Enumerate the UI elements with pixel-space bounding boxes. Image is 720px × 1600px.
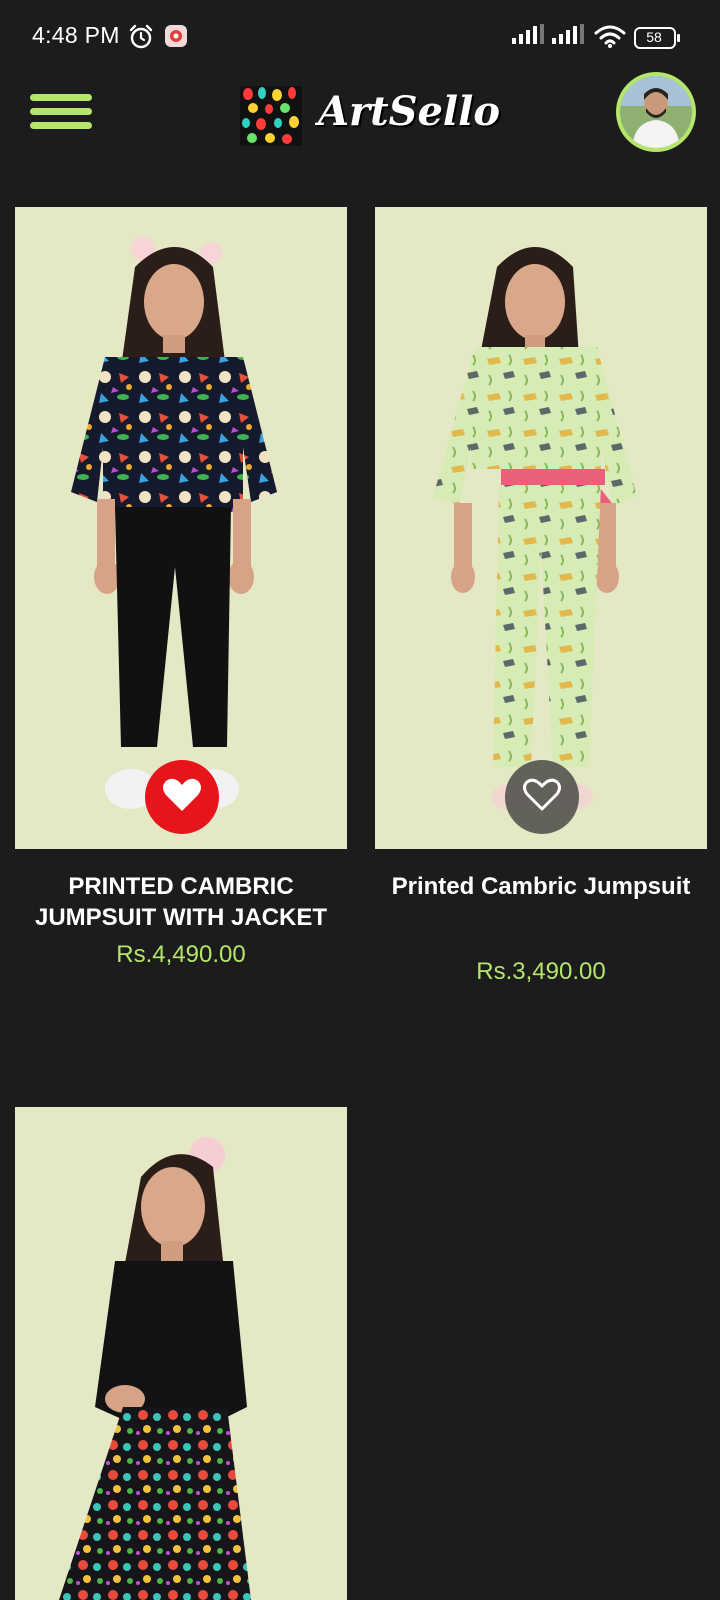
- product-card[interactable]: Printed Cambric Jumpsuit Rs.3,490.00: [375, 207, 707, 986]
- app-logo: ArtSello: [240, 86, 530, 146]
- product-photo: [71, 237, 277, 809]
- product-card[interactable]: PRINTED CAMBRIC JUMPSUIT WITH JACKET Rs.…: [15, 207, 347, 969]
- status-time: 4:48 PM: [32, 22, 120, 48]
- product-image[interactable]: [15, 1107, 347, 1600]
- product-photo: [433, 247, 637, 811]
- avatar-photo: [620, 76, 692, 148]
- app-name: ArtSello: [318, 88, 500, 135]
- heart-outline-icon: [522, 777, 562, 818]
- product-image[interactable]: [15, 207, 347, 849]
- product-title[interactable]: Printed Cambric Jumpsuit: [375, 871, 707, 902]
- favorite-button[interactable]: [505, 760, 579, 834]
- heart-filled-icon: [162, 777, 202, 818]
- status-bar: 4:48 PM 58: [0, 0, 720, 72]
- product-price: Rs.3,490.00: [476, 958, 606, 985]
- app-header: ArtSello: [0, 72, 720, 192]
- product-card[interactable]: [15, 1107, 347, 1600]
- menu-button[interactable]: [28, 88, 94, 144]
- user-avatar[interactable]: [616, 72, 696, 152]
- alarm-icon: [128, 24, 154, 55]
- favorite-button[interactable]: [145, 760, 219, 834]
- app-notification-icon: [164, 24, 188, 53]
- product-price: Rs.4,490.00: [116, 941, 246, 968]
- signal-icon: [552, 24, 586, 51]
- battery-level: 58: [646, 29, 662, 45]
- product-image[interactable]: [375, 207, 707, 849]
- wifi-icon: [594, 25, 626, 54]
- product-photo: [59, 1137, 251, 1600]
- logo-mark-icon: [240, 86, 302, 151]
- signal-icon: [512, 24, 546, 51]
- product-title[interactable]: PRINTED CAMBRIC JUMPSUIT WITH JACKET: [15, 871, 347, 933]
